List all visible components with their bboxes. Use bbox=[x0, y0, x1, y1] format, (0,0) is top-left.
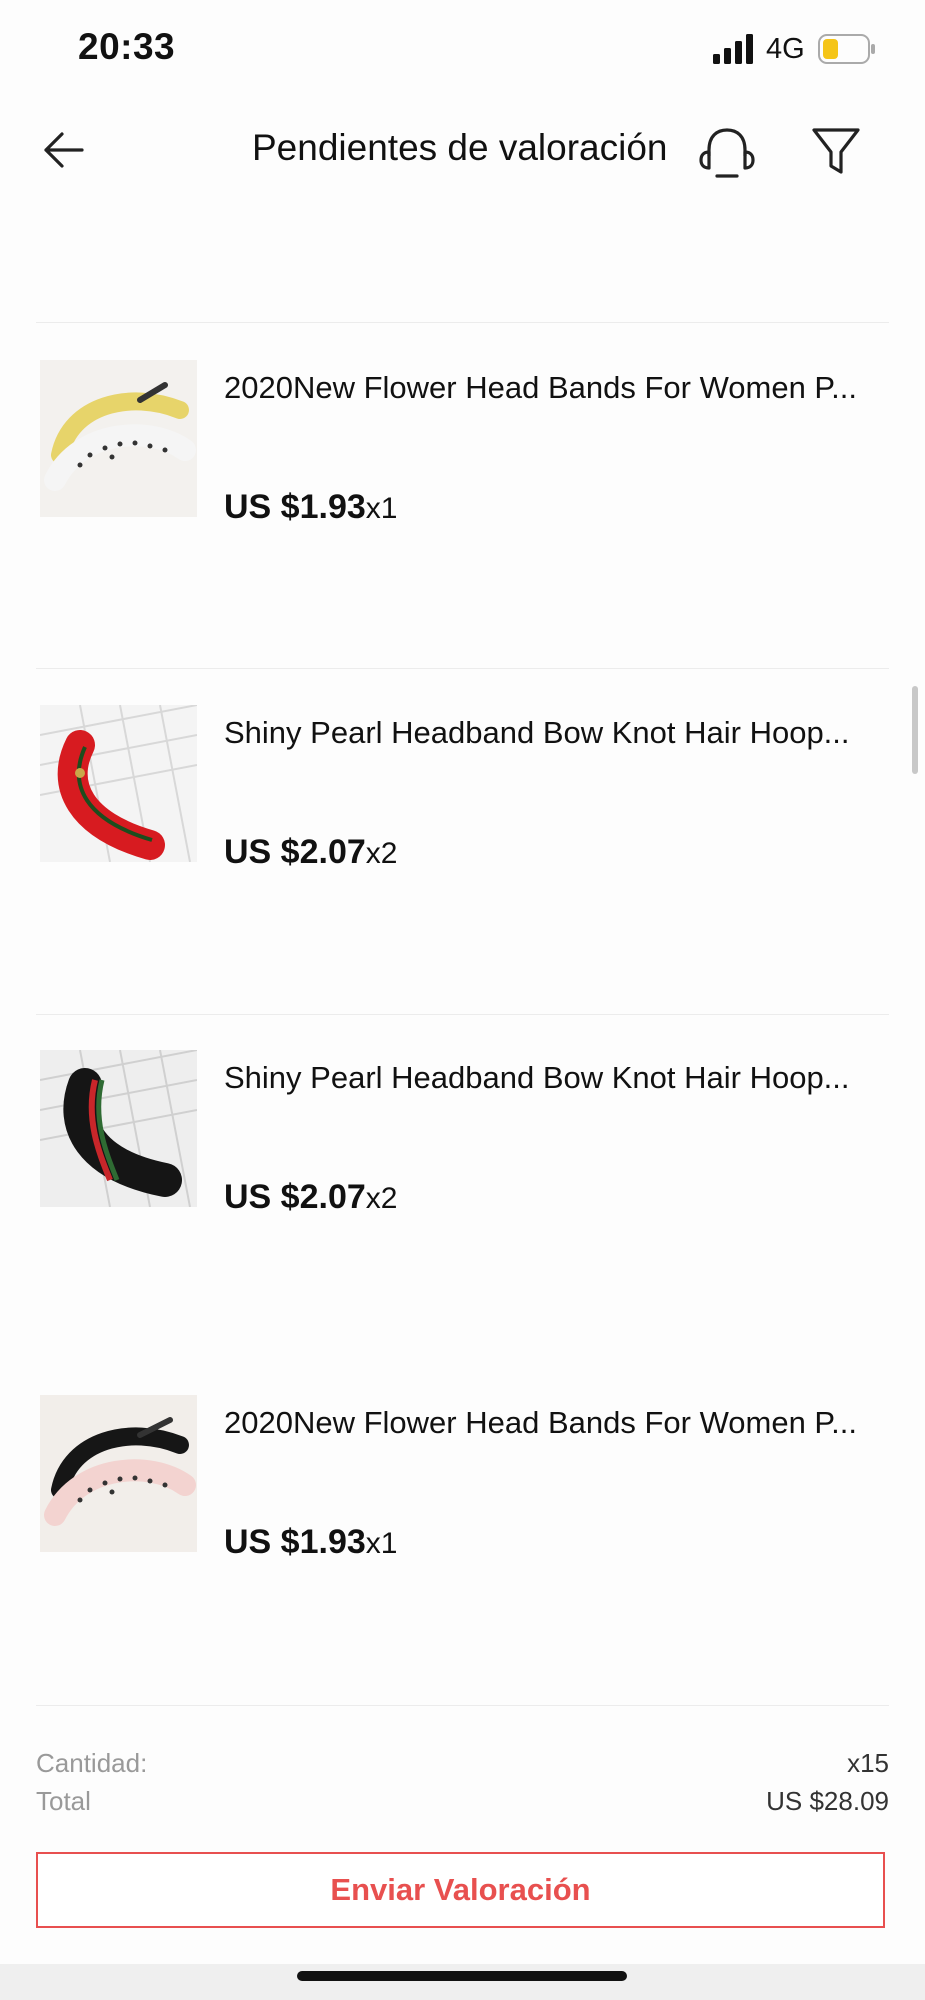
bottom-bar bbox=[0, 1964, 925, 2000]
total-value: US $28.09 bbox=[766, 1786, 889, 1816]
product-thumbnail[interactable] bbox=[40, 360, 197, 517]
product-thumbnail[interactable] bbox=[40, 1050, 197, 1207]
divider bbox=[36, 1705, 889, 1706]
product-thumbnail[interactable] bbox=[40, 705, 197, 862]
product-thumbnail[interactable] bbox=[40, 1395, 197, 1552]
list-item[interactable]: Shiny Pearl Headband Bow Knot Hair Hoop.… bbox=[0, 705, 925, 905]
product-price: US $2.07 bbox=[224, 833, 366, 871]
network-type: 4G bbox=[766, 33, 805, 65]
status-time: 20:33 bbox=[78, 26, 176, 67]
quantity-label: Cantidad: bbox=[36, 1748, 148, 1778]
product-title[interactable]: 2020New Flower Head Bands For Women P... bbox=[224, 1405, 884, 1441]
product-quantity: x2 bbox=[365, 837, 398, 870]
divider bbox=[36, 322, 889, 323]
product-title[interactable]: Shiny Pearl Headband Bow Knot Hair Hoop.… bbox=[224, 1060, 884, 1096]
page-title: Pendientes de valoración bbox=[252, 127, 668, 168]
product-title[interactable]: Shiny Pearl Headband Bow Knot Hair Hoop.… bbox=[224, 715, 884, 751]
list-item[interactable]: Shiny Pearl Headband Bow Knot Hair Hoop.… bbox=[0, 1050, 925, 1250]
price-line: US $1.93x1 bbox=[224, 488, 397, 527]
quantity-value: x15 bbox=[847, 1748, 889, 1778]
product-price: US $2.07 bbox=[224, 1178, 366, 1216]
header-bar: Pendientes de valoración bbox=[0, 100, 925, 200]
status-bar: 20:33 4G bbox=[0, 0, 925, 100]
price-line: US $2.07x2 bbox=[224, 1178, 397, 1217]
price-line: US $2.07x2 bbox=[224, 833, 397, 872]
submit-review-button[interactable]: Enviar Valoración bbox=[36, 1852, 885, 1928]
product-quantity: x1 bbox=[365, 1527, 398, 1560]
product-quantity: x1 bbox=[365, 492, 398, 525]
product-quantity: x2 bbox=[365, 1182, 398, 1215]
battery-icon bbox=[818, 34, 875, 64]
back-arrow-icon[interactable] bbox=[36, 122, 92, 178]
scrollbar[interactable] bbox=[912, 686, 918, 774]
home-indicator[interactable] bbox=[297, 1971, 627, 1981]
product-price: US $1.93 bbox=[224, 1523, 366, 1561]
divider bbox=[36, 1014, 889, 1015]
filter-icon[interactable] bbox=[808, 120, 864, 180]
total-label: Total bbox=[36, 1786, 91, 1816]
product-price: US $1.93 bbox=[224, 488, 366, 526]
product-title[interactable]: 2020New Flower Head Bands For Women P... bbox=[224, 370, 884, 406]
divider bbox=[36, 668, 889, 669]
signal-icon bbox=[713, 34, 753, 64]
list-item[interactable]: 2020New Flower Head Bands For Women P...… bbox=[0, 360, 925, 560]
list-item[interactable]: 2020New Flower Head Bands For Women P...… bbox=[0, 1395, 925, 1595]
headset-support-icon[interactable] bbox=[697, 122, 757, 182]
price-line: US $1.93x1 bbox=[224, 1523, 397, 1562]
